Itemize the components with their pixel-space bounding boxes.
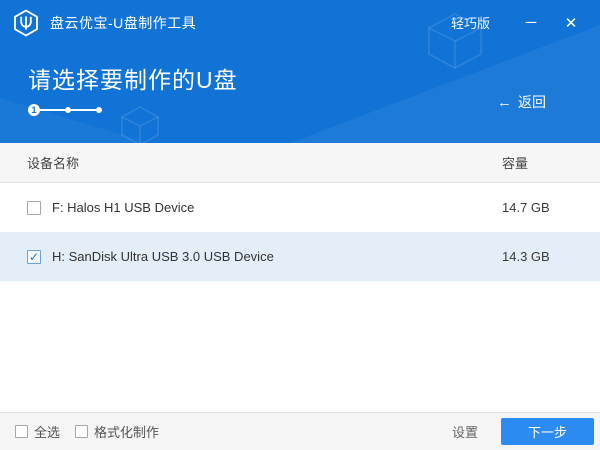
column-capacity: 容量 xyxy=(502,153,600,172)
table-header: 设备名称 容量 xyxy=(0,143,600,183)
empty-list-area xyxy=(0,281,600,412)
step-3-node xyxy=(96,107,102,113)
settings-button[interactable]: 设置 xyxy=(452,422,478,441)
close-icon[interactable]: ✕ xyxy=(556,8,586,38)
title-bar: 盘云优宝-U盘制作工具 轻巧版 ─ ✕ xyxy=(0,0,600,45)
minimize-icon[interactable]: ─ xyxy=(516,8,546,38)
table-row[interactable]: F: Halos H1 USB Device 14.7 GB xyxy=(0,183,600,232)
app-window: 盘云优宝-U盘制作工具 轻巧版 ─ ✕ 请选择要制作的U盘 1 ← 返回 xyxy=(0,0,600,450)
device-capacity: 14.7 GB xyxy=(502,200,600,215)
step-connector xyxy=(71,109,96,111)
blue-header-area: 盘云优宝-U盘制作工具 轻巧版 ─ ✕ 请选择要制作的U盘 1 ← 返回 xyxy=(0,0,600,143)
app-title: 盘云优宝-U盘制作工具 xyxy=(50,13,196,33)
device-name: F: Halos H1 USB Device xyxy=(52,200,502,215)
device-name: H: SanDisk Ultra USB 3.0 USB Device xyxy=(52,249,502,264)
select-all-label: 全选 xyxy=(34,422,60,441)
page-header: 请选择要制作的U盘 1 ← 返回 xyxy=(0,45,600,143)
footer-bar: 全选 格式化制作 设置 下一步 xyxy=(0,412,600,450)
back-label: 返回 xyxy=(518,92,546,112)
format-group[interactable]: 格式化制作 xyxy=(75,422,159,441)
app-logo-icon xyxy=(12,9,40,37)
page-title: 请选择要制作的U盘 xyxy=(28,61,600,95)
format-label: 格式化制作 xyxy=(94,422,159,441)
back-arrow-icon: ← xyxy=(497,94,512,111)
edition-badge: 轻巧版 xyxy=(451,13,490,32)
next-step-button[interactable]: 下一步 xyxy=(501,418,594,445)
device-capacity: 14.3 GB xyxy=(502,249,600,264)
row-checkbox-checked[interactable]: ✓ xyxy=(27,250,41,264)
step-connector xyxy=(40,109,65,111)
select-all-checkbox[interactable] xyxy=(15,425,28,438)
table-row[interactable]: ✓ H: SanDisk Ultra USB 3.0 USB Device 14… xyxy=(0,232,600,281)
row-checkbox-unchecked[interactable] xyxy=(27,201,41,215)
format-checkbox[interactable] xyxy=(75,425,88,438)
step-1-node: 1 xyxy=(28,104,40,116)
column-device-name: 设备名称 xyxy=(0,153,502,172)
select-all-group[interactable]: 全选 xyxy=(15,422,60,441)
back-button[interactable]: ← 返回 xyxy=(497,92,546,112)
